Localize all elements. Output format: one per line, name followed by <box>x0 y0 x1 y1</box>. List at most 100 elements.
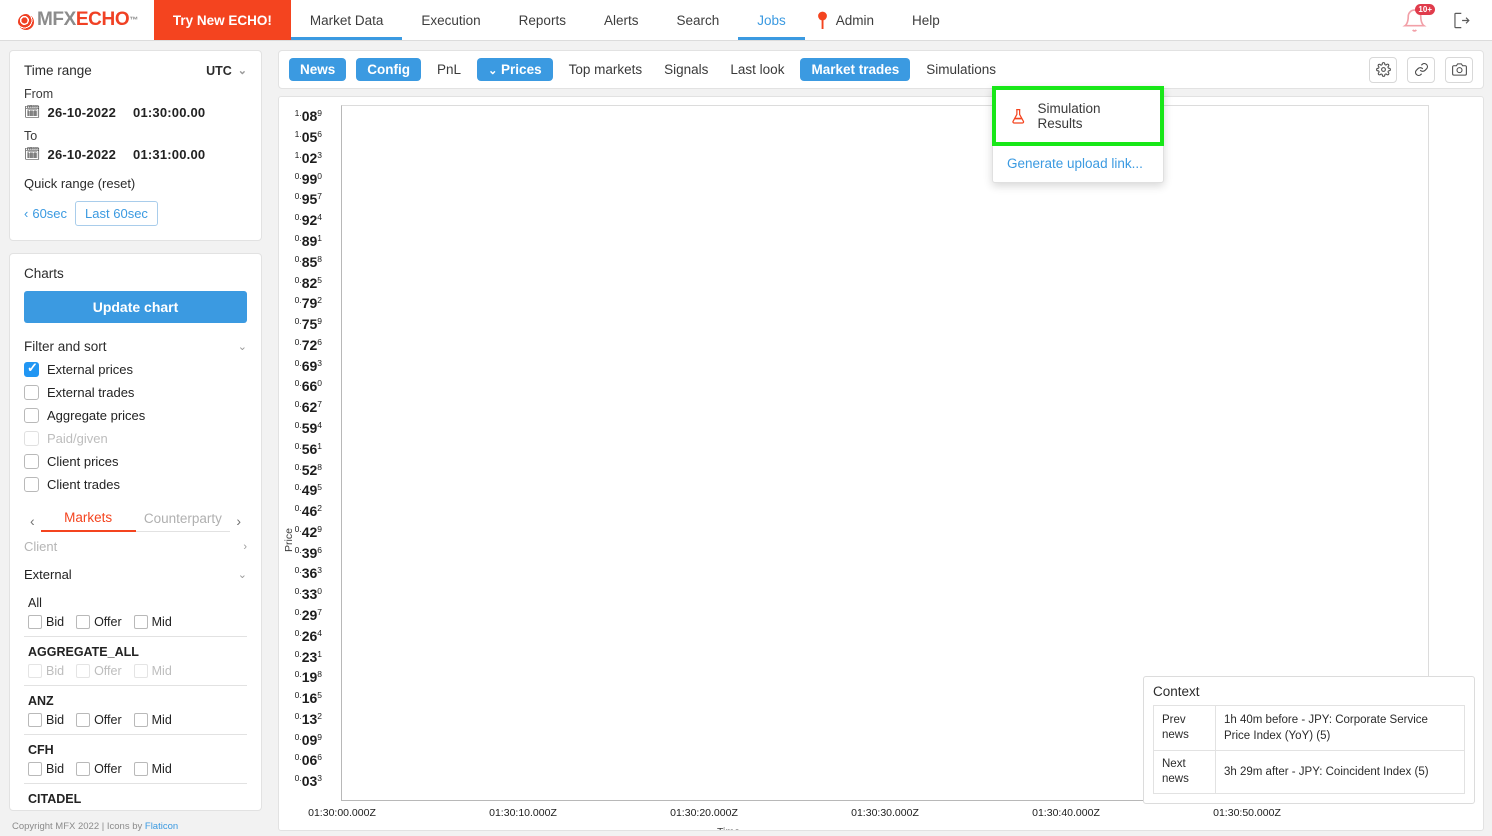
nav-item-help[interactable]: Help <box>893 0 959 40</box>
y-axis-tick-label: 0.066 <box>294 752 322 769</box>
to-datetime-row[interactable]: 🗓 26-10-2022 01:31:00.00 <box>24 146 247 162</box>
checkbox-box[interactable] <box>24 360 39 377</box>
settings-button[interactable] <box>1369 56 1397 83</box>
checkbox-box[interactable] <box>24 408 39 423</box>
list-row-label: External <box>24 567 72 582</box>
timezone-selector[interactable]: UTC ⌄ <box>206 64 247 78</box>
nav-item-execution[interactable]: Execution <box>402 0 499 40</box>
context-table: Prev news 1h 40m before - JPY: Corporate… <box>1153 705 1465 794</box>
checkbox-aggregate-prices[interactable]: Aggregate prices <box>24 408 247 423</box>
toolbar-button-config[interactable]: Config <box>356 58 422 81</box>
y-axis-tick-label: 1.056 <box>294 129 322 146</box>
checkbox-external-trades[interactable]: External trades <box>24 385 247 400</box>
flaticon-link[interactable]: Flaticon <box>145 821 178 832</box>
tab-counterparty[interactable]: Counterparty <box>135 511 231 532</box>
checkbox-offer[interactable] <box>76 762 91 776</box>
y-axis-tick-label: 0.594 <box>294 419 322 437</box>
checkbox-box[interactable] <box>24 454 39 469</box>
toolbar-button-last-look[interactable]: Last look <box>724 58 790 81</box>
label-mid: Mid <box>151 615 172 629</box>
copy-link-button[interactable] <box>1407 56 1435 83</box>
timezone-value: UTC <box>206 63 232 78</box>
left-sidebar: Time range UTC ⌄ From 🗓 26-10-2022 01:30… <box>0 41 271 836</box>
context-title: Context <box>1153 684 1200 699</box>
flask-icon <box>1012 108 1025 124</box>
to-time-value: 01:31:00.00 <box>133 146 206 162</box>
list-row-external[interactable]: External ⌄ <box>24 560 247 588</box>
last-60sec-button[interactable]: Last 60sec <box>75 201 158 226</box>
toolbar-button-signals[interactable]: Signals <box>658 58 714 81</box>
y-axis-tick-label: 0.330 <box>294 586 322 603</box>
checkbox-offer[interactable] <box>76 615 91 629</box>
toolbar-button-simulations[interactable]: Simulations <box>920 58 1002 81</box>
checkbox-bid[interactable] <box>28 713 42 727</box>
nav-item-market-data[interactable]: Market Data <box>290 0 403 40</box>
chart-x-axis-label: Time <box>717 826 740 830</box>
y-axis-tick-label: 0.561 <box>294 440 322 457</box>
label-bid: Bid <box>46 664 65 678</box>
try-new-echo-button[interactable]: Try New ECHO! <box>153 0 291 40</box>
notification-badge: 10+ <box>1415 4 1435 15</box>
label-bid: Bid <box>46 762 65 776</box>
notifications-button[interactable]: 10+ <box>1388 0 1441 40</box>
to-label: To <box>24 129 38 143</box>
checkbox-label: Client prices <box>47 454 119 469</box>
time-range-title: Time range <box>24 63 92 78</box>
app-logo[interactable]: MFX ECHO ™ <box>0 0 154 40</box>
checkbox-label: Paid/given <box>47 431 108 446</box>
checkbox-box[interactable] <box>24 385 39 400</box>
time-range-card: Time range UTC ⌄ From 🗓 26-10-2022 01:30… <box>9 50 262 241</box>
toolbar-button-news[interactable]: News <box>289 58 347 81</box>
checkbox-mid[interactable] <box>133 713 148 727</box>
checkbox-external-prices[interactable]: External prices <box>24 360 247 377</box>
nav-item-jobs[interactable]: Jobs <box>738 0 805 40</box>
tabs-scroll-left-icon[interactable]: ‹ <box>24 513 41 529</box>
x-axis-tick-label: 01:30:50.000Z <box>1213 807 1281 819</box>
tab-markets[interactable]: Markets <box>40 510 136 532</box>
checkbox-box[interactable] <box>24 477 39 492</box>
nav-item-reports[interactable]: Reports <box>500 0 585 40</box>
checkbox-label: External trades <box>47 385 135 400</box>
label-offer: Offer <box>94 762 122 776</box>
prev-60sec-button[interactable]: ‹ 60sec <box>24 206 67 221</box>
y-axis-tick-label: 0.891 <box>294 232 322 250</box>
logout-button[interactable] <box>1441 0 1492 40</box>
nav-item-search[interactable]: Search <box>657 0 738 40</box>
to-date-value: 26-10-2022 <box>47 146 117 162</box>
quick-range-label: Quick range (reset) <box>24 176 136 191</box>
update-chart-button[interactable]: Update chart <box>24 291 247 323</box>
y-axis-tick-label: 0.264 <box>294 627 322 644</box>
screenshot-button[interactable] <box>1445 56 1473 83</box>
filter-and-sort-header[interactable]: Filter and sort ⌄ <box>24 339 247 354</box>
toolbar-button-top-markets[interactable]: Top markets <box>563 58 649 81</box>
chevron-down-icon: ⌄ <box>237 65 247 77</box>
from-datetime-row[interactable]: 🗓 26-10-2022 01:30:00.00 <box>24 104 247 120</box>
bid-offer-mid-row-anz: Bid Offer Mid <box>24 708 247 735</box>
checkbox-label: Aggregate prices <box>47 408 146 423</box>
list-row-client[interactable]: Client › <box>24 532 247 560</box>
label-mid: Mid <box>151 713 172 727</box>
menu-item-generate-upload-link[interactable]: Generate upload link... <box>993 145 1163 182</box>
checkbox-bid[interactable] <box>28 615 42 629</box>
tabs-scroll-right-icon[interactable]: › <box>230 513 247 529</box>
checkbox-offer[interactable] <box>76 713 91 727</box>
menu-item-label: Simulation Results <box>1037 101 1101 131</box>
checkbox-mid[interactable] <box>133 615 148 629</box>
x-axis-tick-label: 01:30:00.000Z <box>308 807 376 819</box>
toolbar-button-market-trades[interactable]: Market trades <box>800 58 911 81</box>
toolbar-button-prices[interactable]: ⌄ Prices <box>477 58 553 81</box>
checkbox-mid[interactable] <box>133 762 148 776</box>
chevron-down-icon: ⌄ <box>237 569 247 581</box>
checkbox-bid[interactable] <box>28 762 42 776</box>
menu-item-simulation-results[interactable]: Simulation Results <box>992 86 1164 146</box>
x-axis-tick-label: 01:30:10.000Z <box>489 807 557 819</box>
context-row-key: Prev news <box>1153 705 1216 751</box>
nav-item-alerts[interactable]: Alerts <box>585 0 658 40</box>
chevron-down-icon: ⌄ <box>237 341 247 353</box>
nav-item-admin[interactable]: Admin <box>832 0 893 40</box>
chevron-left-icon: ‹ <box>24 206 29 221</box>
toolbar-button-pnl[interactable]: PnL <box>431 58 467 81</box>
checkbox-client-prices[interactable]: Client prices <box>24 454 247 469</box>
checkbox-client-trades[interactable]: Client trades <box>24 477 247 492</box>
y-axis-tick-label: 0.231 <box>294 648 322 665</box>
